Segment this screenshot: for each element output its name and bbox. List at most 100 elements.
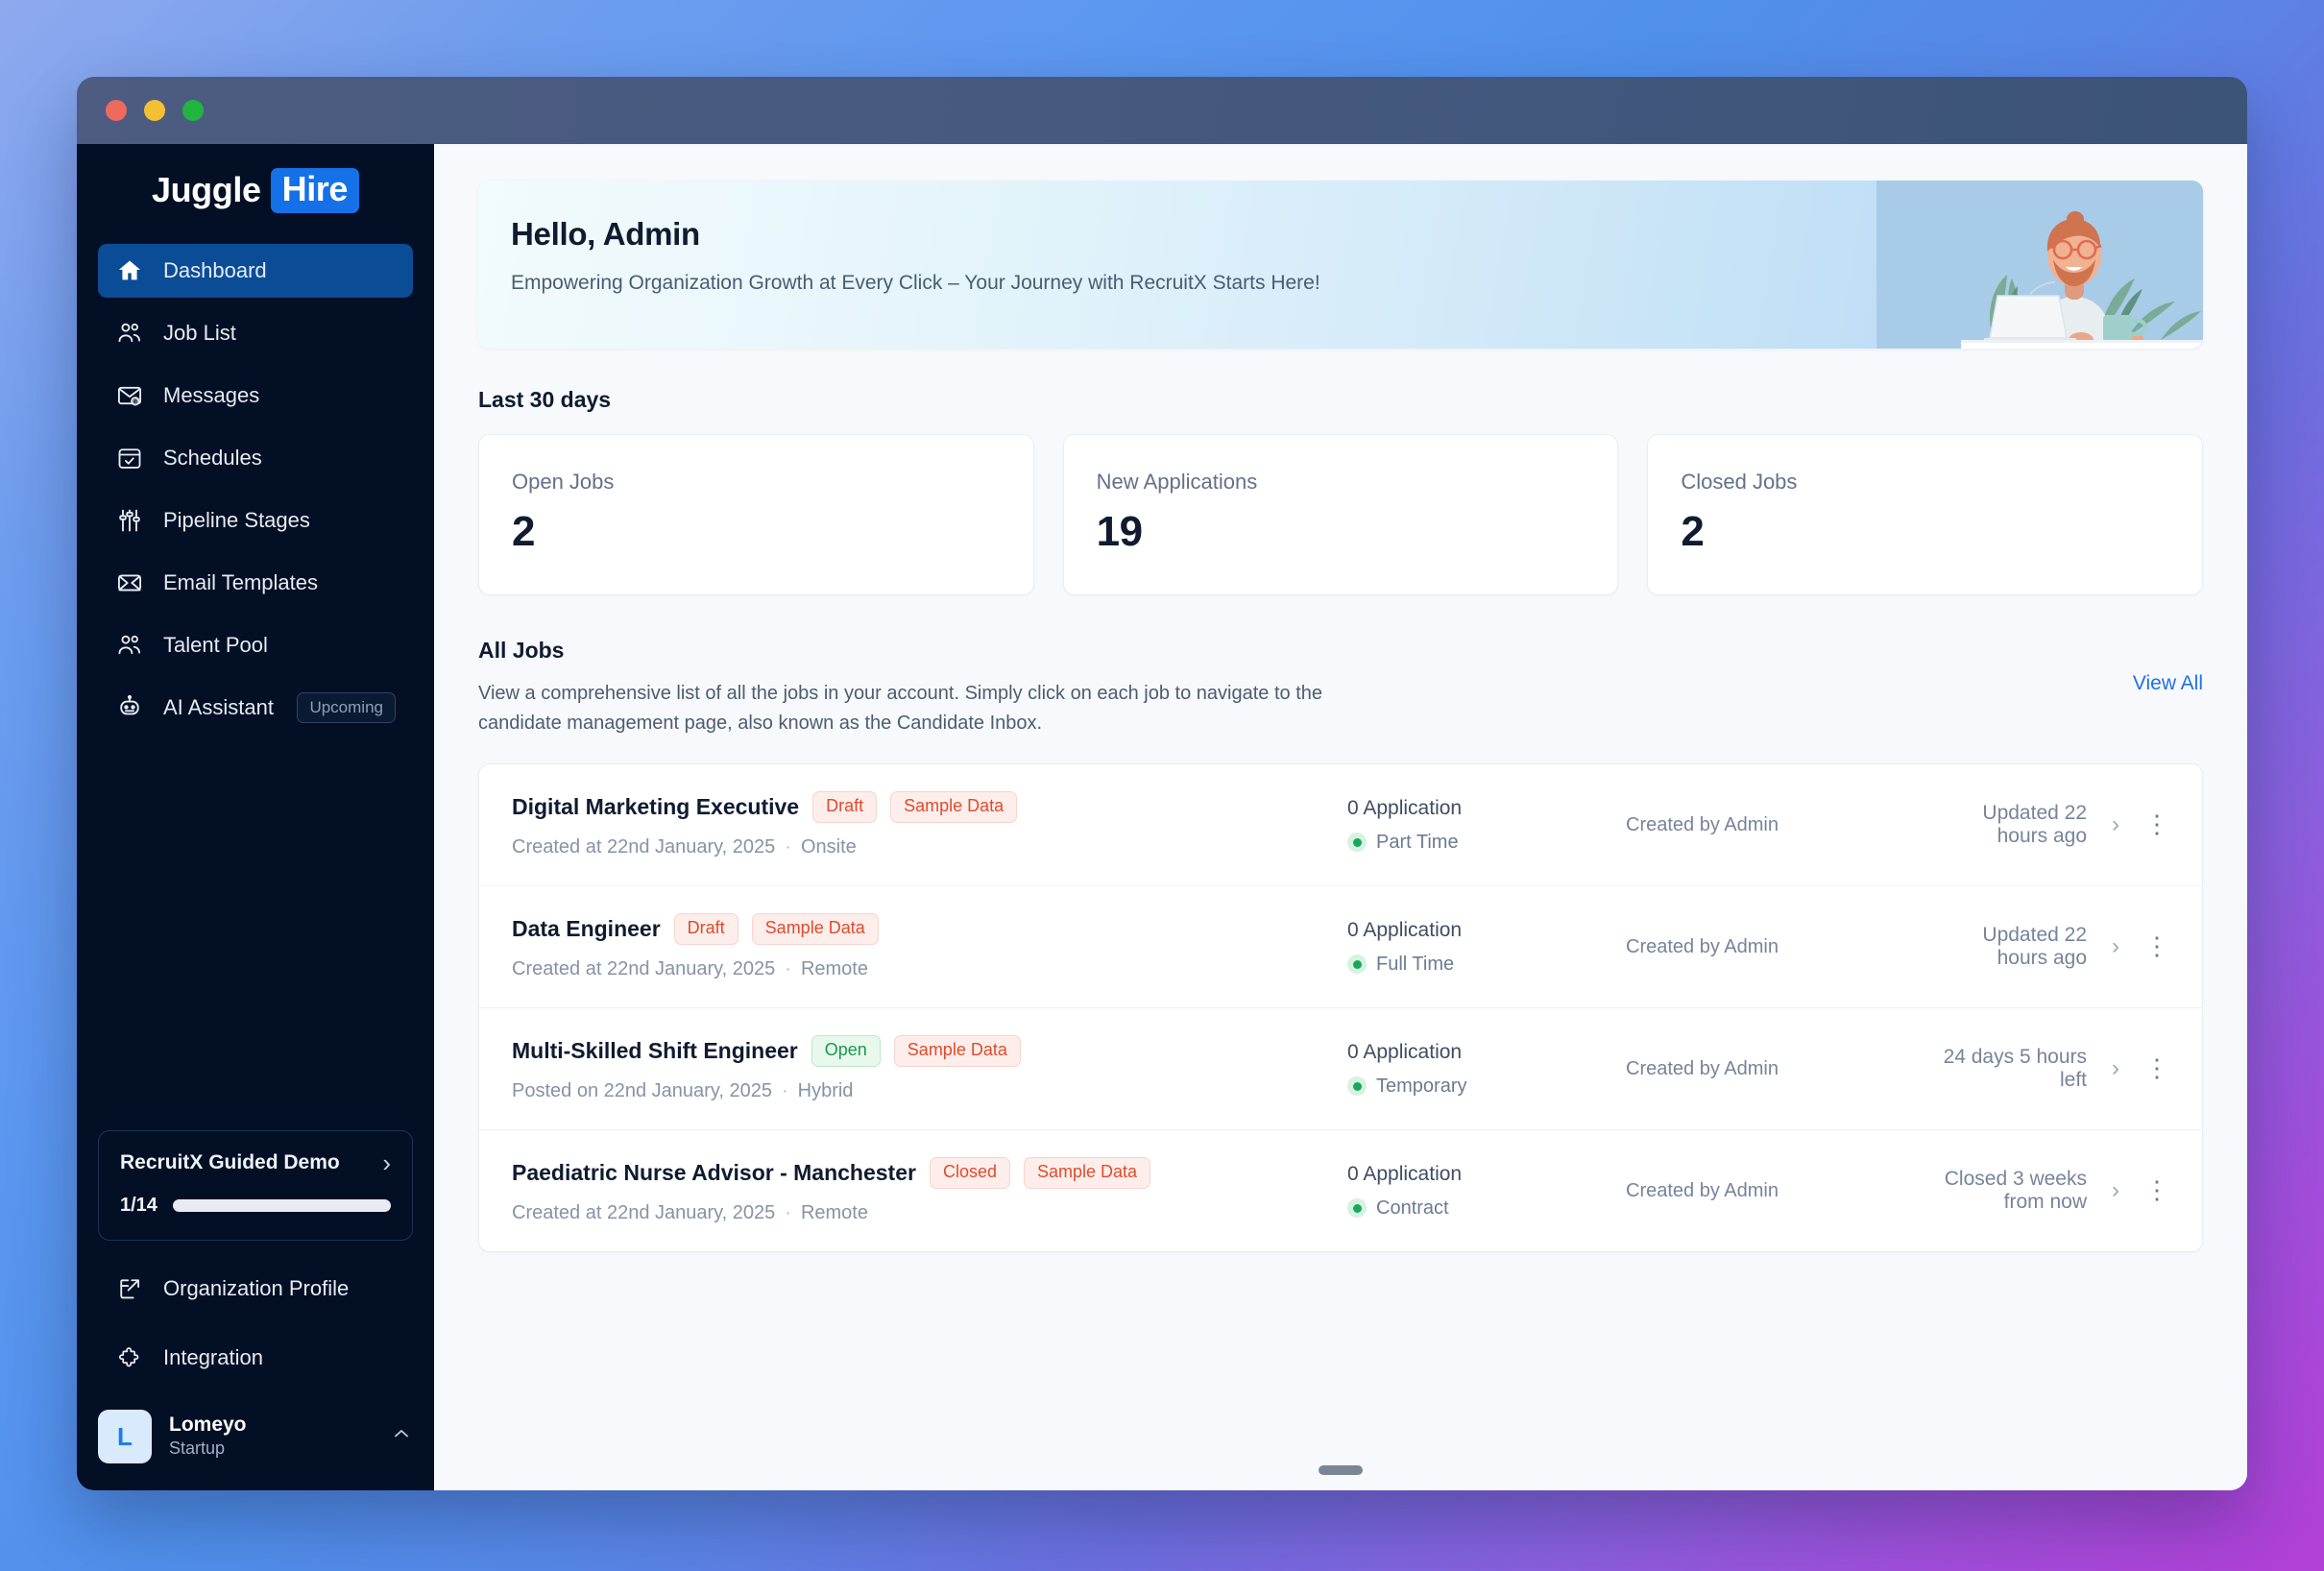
job-employment-type: Full Time [1347, 954, 1626, 976]
sidebar-item-ai-assistant[interactable]: AI Assistant Upcoming [98, 681, 413, 735]
job-title-line: Digital Marketing Executive Draft Sample… [512, 791, 1347, 823]
sidebar-item-organization-profile[interactable]: Organization Profile [98, 1262, 413, 1316]
guided-demo-progress-label: 1/14 [120, 1195, 157, 1216]
robot-icon [115, 693, 144, 722]
user-meta: Lomeyo Startup [169, 1413, 247, 1461]
sidebar-item-messages[interactable]: @ Messages [98, 369, 413, 423]
welcome-banner: Hello, Admin Empowering Organization Gro… [478, 181, 2203, 349]
users-icon [115, 319, 144, 348]
job-employment-type: Part Time [1347, 832, 1626, 854]
sample-data-badge: Sample Data [890, 791, 1018, 823]
home-icon [115, 256, 144, 285]
job-meta: Created at 22nd January, 2025 · Remote [512, 958, 1347, 980]
job-creator: Created by Admin [1626, 813, 1779, 835]
more-options-icon[interactable]: ⋮ [2144, 934, 2169, 958]
chevron-right-icon[interactable]: › [2112, 1057, 2119, 1080]
job-title-line: Data Engineer Draft Sample Data [512, 913, 1347, 945]
stat-card-closed-jobs[interactable]: Closed Jobs 2 [1647, 434, 2204, 595]
stat-value: 2 [512, 508, 535, 555]
sidebar-item-label: AI Assistant [163, 695, 274, 719]
envelope-open-icon [115, 568, 144, 597]
stats-row: Open Jobs 2 New Applications 19 Closed J… [478, 434, 2204, 595]
chevron-right-icon[interactable]: › [2112, 1179, 2119, 1202]
sidebar-item-dashboard[interactable]: Dashboard [98, 244, 413, 298]
table-row[interactable]: Digital Marketing Executive Draft Sample… [479, 764, 2202, 886]
all-jobs-heading-block: All Jobs View a comprehensive list of al… [478, 638, 1400, 738]
table-row[interactable]: Multi-Skilled Shift Engineer Open Sample… [479, 1008, 2202, 1130]
view-all-link[interactable]: View All [2133, 638, 2203, 695]
application-count: 0 Application [1347, 1040, 1463, 1063]
job-applications: 0 Application Contract [1347, 1163, 1626, 1220]
sidebar-item-label: Organization Profile [163, 1276, 350, 1300]
employment-type-label: Part Time [1376, 831, 1459, 853]
status-badge: Closed [929, 1157, 1010, 1189]
sidebar-item-pipeline-stages[interactable]: Pipeline Stages [98, 494, 413, 547]
employment-type-label: Full Time [1376, 953, 1455, 975]
job-time-label: Updated 22 hours ago [1982, 802, 2087, 847]
chevron-right-icon[interactable]: › [2112, 813, 2119, 836]
job-applications: 0 Application Full Time [1347, 919, 1626, 976]
sidebar-item-job-list[interactable]: Job List [98, 306, 413, 360]
job-time-label: Closed 3 weeks from now [1944, 1168, 2087, 1213]
sidebar-item-label: Dashboard [163, 258, 267, 282]
secondary-nav: Organization Profile Integration [77, 1262, 434, 1410]
sidebar-item-schedules[interactable]: Schedules [98, 431, 413, 485]
logo-word-juggle: Juggle [151, 170, 261, 209]
job-meta: Created at 22nd January, 2025 · Onsite [512, 836, 1347, 858]
minimize-window-button[interactable] [144, 100, 165, 121]
meta-separator: · [785, 836, 791, 858]
guided-demo-header: RecruitX Guided Demo › [120, 1150, 391, 1175]
job-created-date: Created at 22nd January, 2025 [512, 1202, 776, 1223]
more-options-icon[interactable]: ⋮ [2144, 1056, 2169, 1080]
job-work-mode: Remote [800, 958, 868, 979]
job-meta: Created at 22nd January, 2025 · Remote [512, 1202, 1347, 1224]
sidebar-item-label: Pipeline Stages [163, 508, 310, 532]
sidebar-item-label: Job List [163, 321, 236, 345]
table-row[interactable]: Data Engineer Draft Sample Data Created … [479, 886, 2202, 1008]
job-title-line: Paediatric Nurse Advisor - Manchester Cl… [512, 1157, 1347, 1189]
job-time-block: Updated 22 hours ago › ⋮ [1943, 924, 2169, 970]
status-dot-icon [1347, 1076, 1367, 1096]
sidebar-item-talent-pool[interactable]: Talent Pool [98, 618, 413, 672]
stat-card-new-applications[interactable]: New Applications 19 [1062, 434, 1619, 595]
job-employment-type: Contract [1347, 1197, 1626, 1220]
job-title: Data Engineer [512, 916, 661, 941]
job-title: Multi-Skilled Shift Engineer [512, 1038, 798, 1063]
guided-demo-card[interactable]: RecruitX Guided Demo › 1/14 [98, 1130, 413, 1241]
job-creator: Created by Admin [1626, 1057, 1779, 1079]
job-work-mode: Hybrid [797, 1080, 854, 1101]
sidebar-item-email-templates[interactable]: Email Templates [98, 556, 413, 610]
table-row[interactable]: Paediatric Nurse Advisor - Manchester Cl… [479, 1130, 2202, 1251]
more-options-icon[interactable]: ⋮ [2144, 1178, 2169, 1202]
chevron-right-icon[interactable]: › [2112, 935, 2119, 958]
application-count: 0 Application [1347, 918, 1463, 941]
sidebar-item-integration[interactable]: Integration [98, 1331, 413, 1385]
job-work-mode: Remote [800, 1202, 868, 1223]
app-logo[interactable]: Juggle Hire [77, 144, 434, 236]
sample-data-badge: Sample Data [893, 1035, 1021, 1067]
chevron-right-icon[interactable]: › [382, 1150, 391, 1175]
more-options-icon[interactable]: ⋮ [2144, 812, 2169, 836]
stat-card-open-jobs[interactable]: Open Jobs 2 [478, 434, 1034, 595]
user-profile-row[interactable]: L Lomeyo Startup [77, 1410, 434, 1490]
maximize-window-button[interactable] [182, 100, 204, 121]
sidebar: Juggle Hire Dashboard Job List @ Message… [77, 144, 434, 1490]
chevron-up-icon[interactable] [390, 1422, 413, 1451]
close-window-button[interactable] [106, 100, 127, 121]
sidebar-item-label: Messages [163, 383, 260, 407]
job-time-label: Updated 22 hours ago [1982, 924, 2087, 969]
window-resize-handle[interactable] [1319, 1465, 1363, 1475]
meta-separator: · [785, 1202, 791, 1223]
sidebar-item-label: Email Templates [163, 570, 318, 594]
status-dot-icon [1347, 1198, 1367, 1218]
job-applications: 0 Application Temporary [1347, 1041, 1626, 1098]
job-main: Paediatric Nurse Advisor - Manchester Cl… [512, 1157, 1347, 1224]
job-work-mode: Onsite [800, 836, 857, 858]
user-plan: Startup [169, 1438, 226, 1459]
guided-demo-title: RecruitX Guided Demo [120, 1151, 340, 1173]
welcome-banner-text: Hello, Admin Empowering Organization Gro… [478, 181, 2203, 295]
stat-label: Open Jobs [512, 470, 615, 494]
job-main: Multi-Skilled Shift Engineer Open Sample… [512, 1035, 1347, 1102]
svg-text:@: @ [133, 399, 138, 405]
